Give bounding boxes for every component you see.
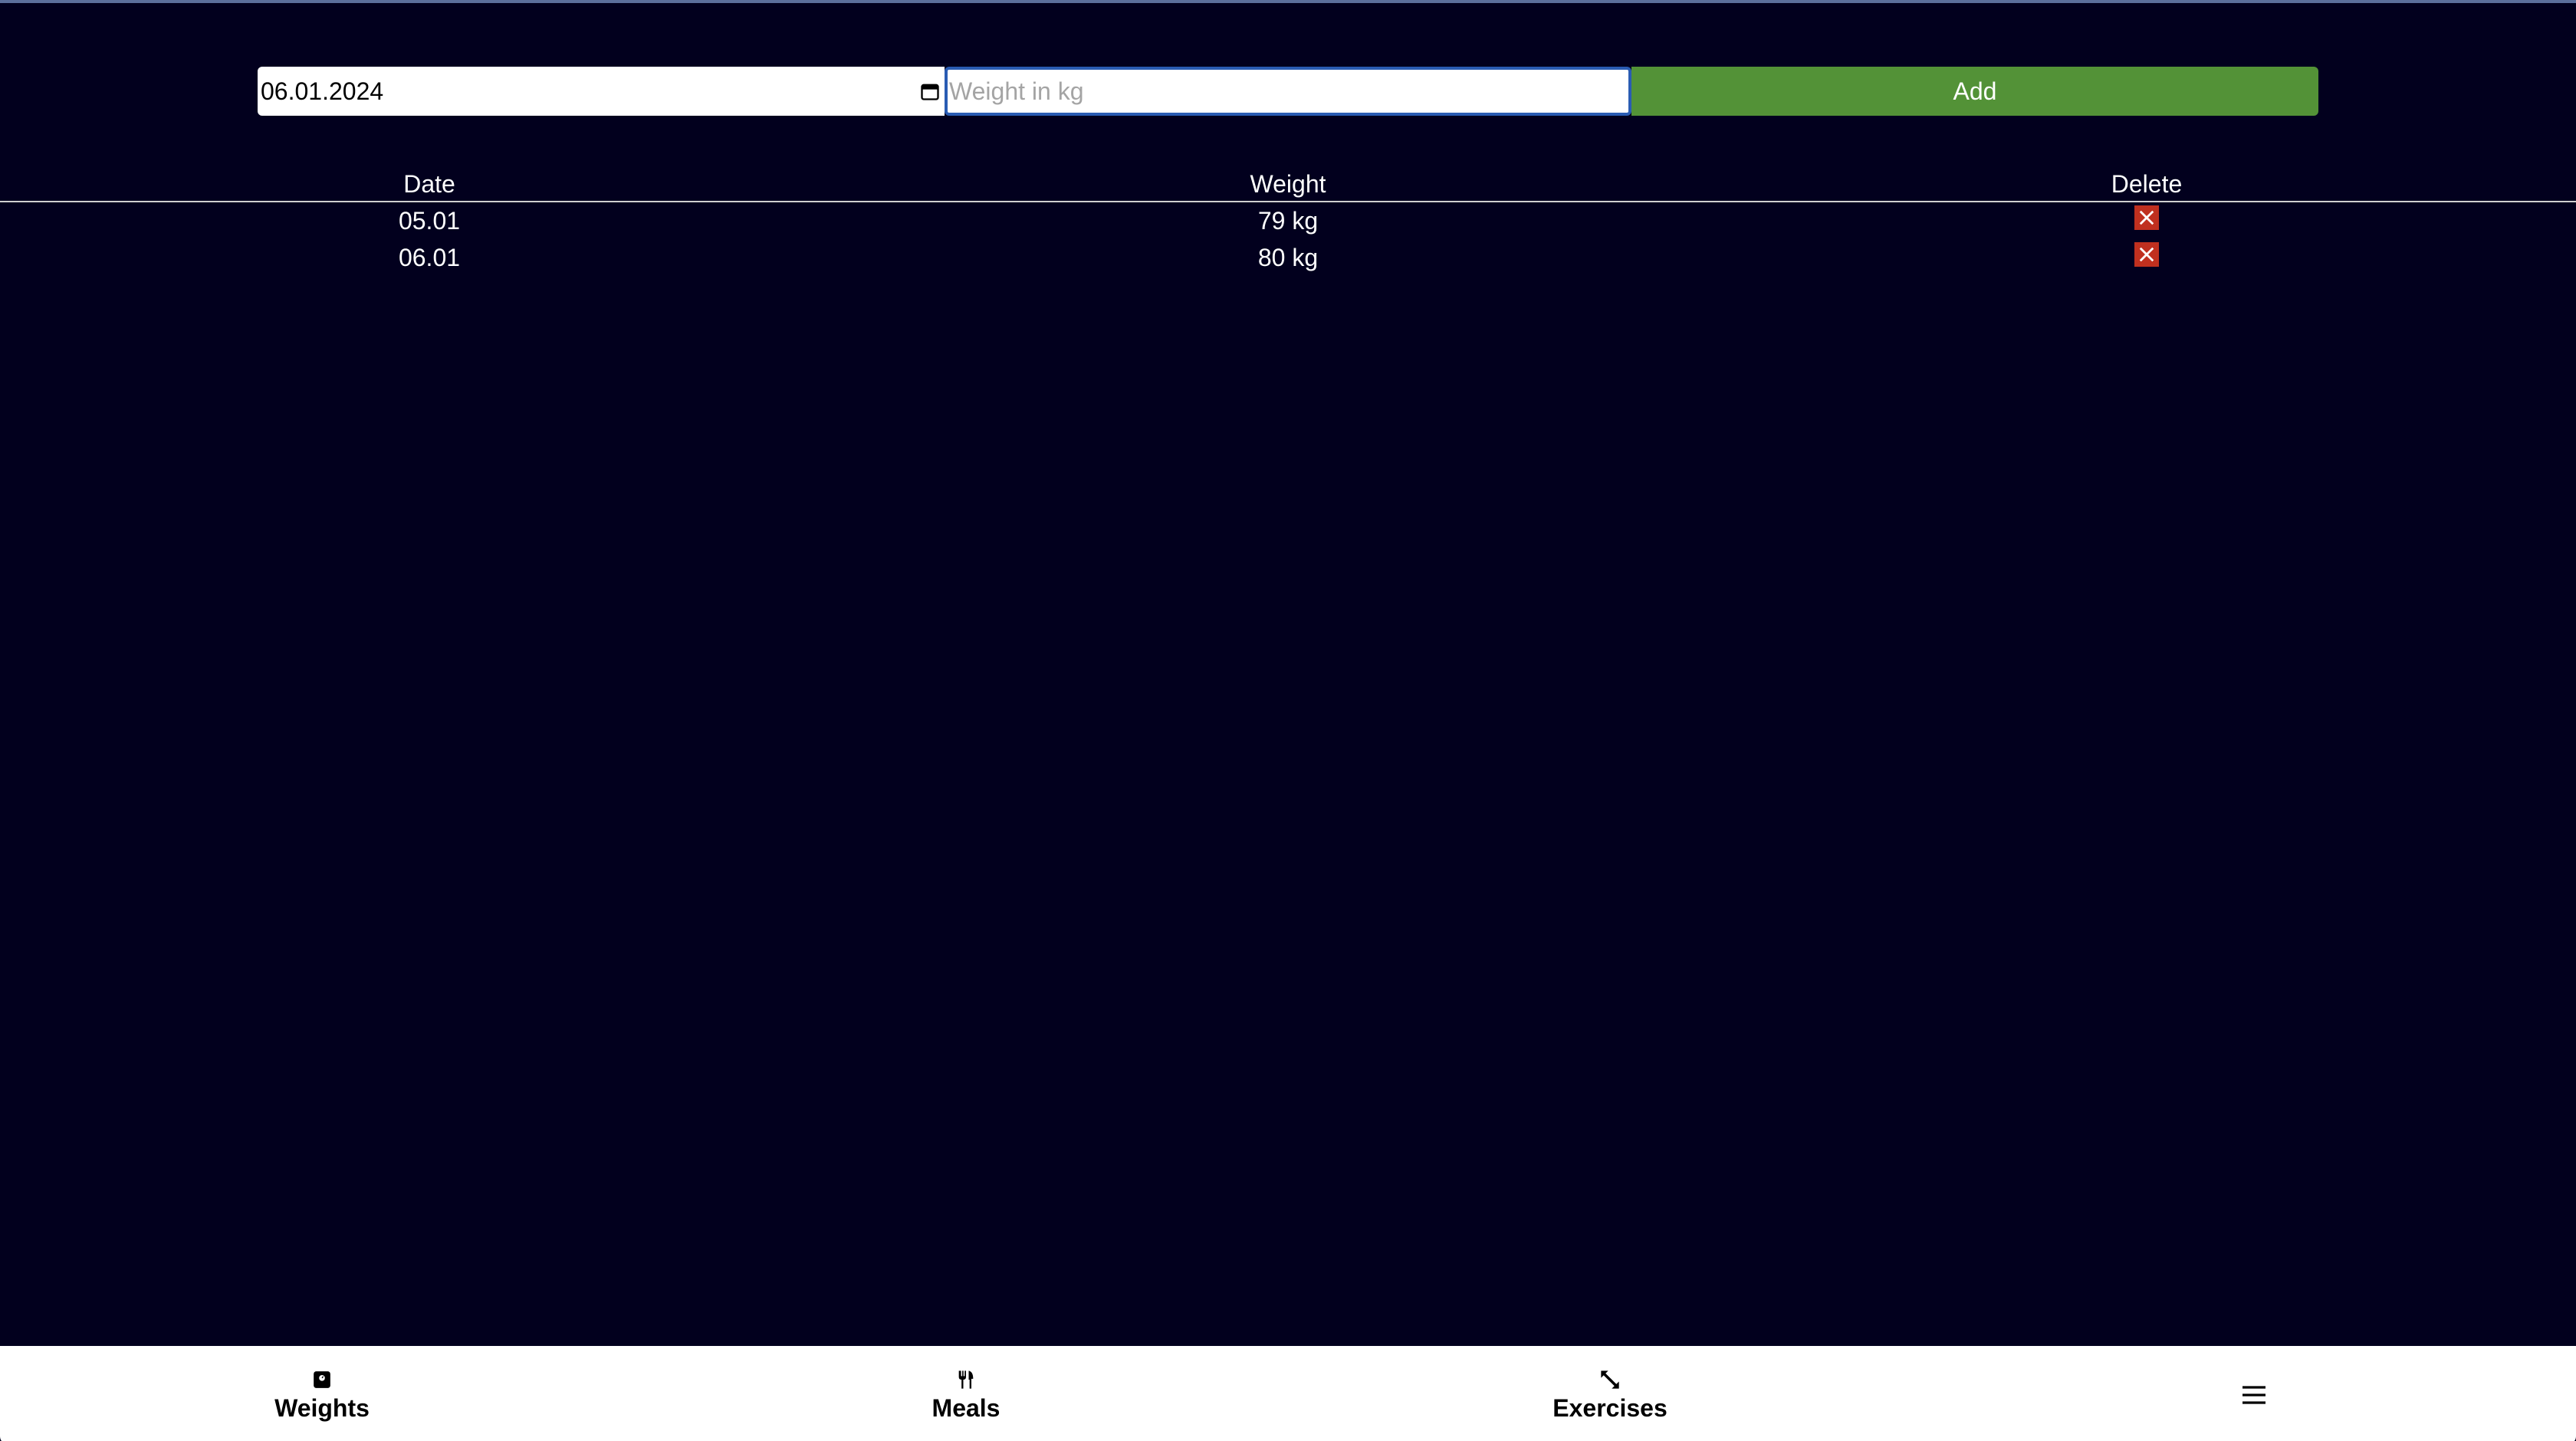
header-weight: Weight: [1250, 169, 1326, 198]
nav-item-meals[interactable]: Meals: [644, 1346, 1288, 1441]
header-delete: Delete: [2111, 169, 2183, 198]
close-icon: [2139, 210, 2154, 225]
nav-label-weights: Weights: [274, 1393, 370, 1422]
table-header: Date Weight Delete: [0, 167, 2576, 202]
add-button[interactable]: Add: [1631, 67, 2318, 116]
row-date: 05.01: [398, 206, 461, 235]
nav-label-exercises: Exercises: [1552, 1393, 1668, 1422]
date-input[interactable]: 06.01.2024: [258, 67, 945, 116]
weight-entry-form: 06.01.2024 Add: [258, 67, 2318, 116]
weight-input[interactable]: [945, 67, 1631, 116]
row-date: 06.01: [398, 243, 461, 271]
calendar-icon[interactable]: [918, 80, 941, 103]
utensils-icon: [955, 1368, 977, 1391]
row-weight: 79 kg: [1257, 206, 1319, 235]
row-delete-cell: [1717, 205, 2576, 233]
table-row: 06.01 80 kg: [0, 239, 2576, 276]
delete-button[interactable]: [2134, 242, 2159, 267]
scale-icon: [312, 1368, 332, 1391]
header-date: Date: [403, 169, 455, 198]
nav-item-menu[interactable]: [1932, 1346, 2576, 1441]
weights-table: Date Weight Delete 05.01 79 kg 06.01 80 …: [0, 167, 2576, 276]
app-root: 06.01.2024 Add Date Weight Delete 05.01 …: [0, 0, 2576, 1441]
expand-arrows-icon: [1599, 1368, 1621, 1391]
nav-label-meals: Meals: [932, 1393, 1001, 1422]
hamburger-menu-icon: [2239, 1384, 2269, 1407]
table-row: 05.01 79 kg: [0, 202, 2576, 239]
nav-item-exercises[interactable]: Exercises: [1288, 1346, 1932, 1441]
close-icon: [2139, 247, 2154, 262]
row-delete-cell: [1717, 242, 2576, 270]
bottom-nav: Weights Meals Exercises: [0, 1346, 2576, 1441]
row-weight: 80 kg: [1257, 243, 1319, 271]
nav-item-weights[interactable]: Weights: [0, 1346, 644, 1441]
delete-button[interactable]: [2134, 205, 2159, 230]
date-input-value: 06.01.2024: [261, 77, 384, 105]
